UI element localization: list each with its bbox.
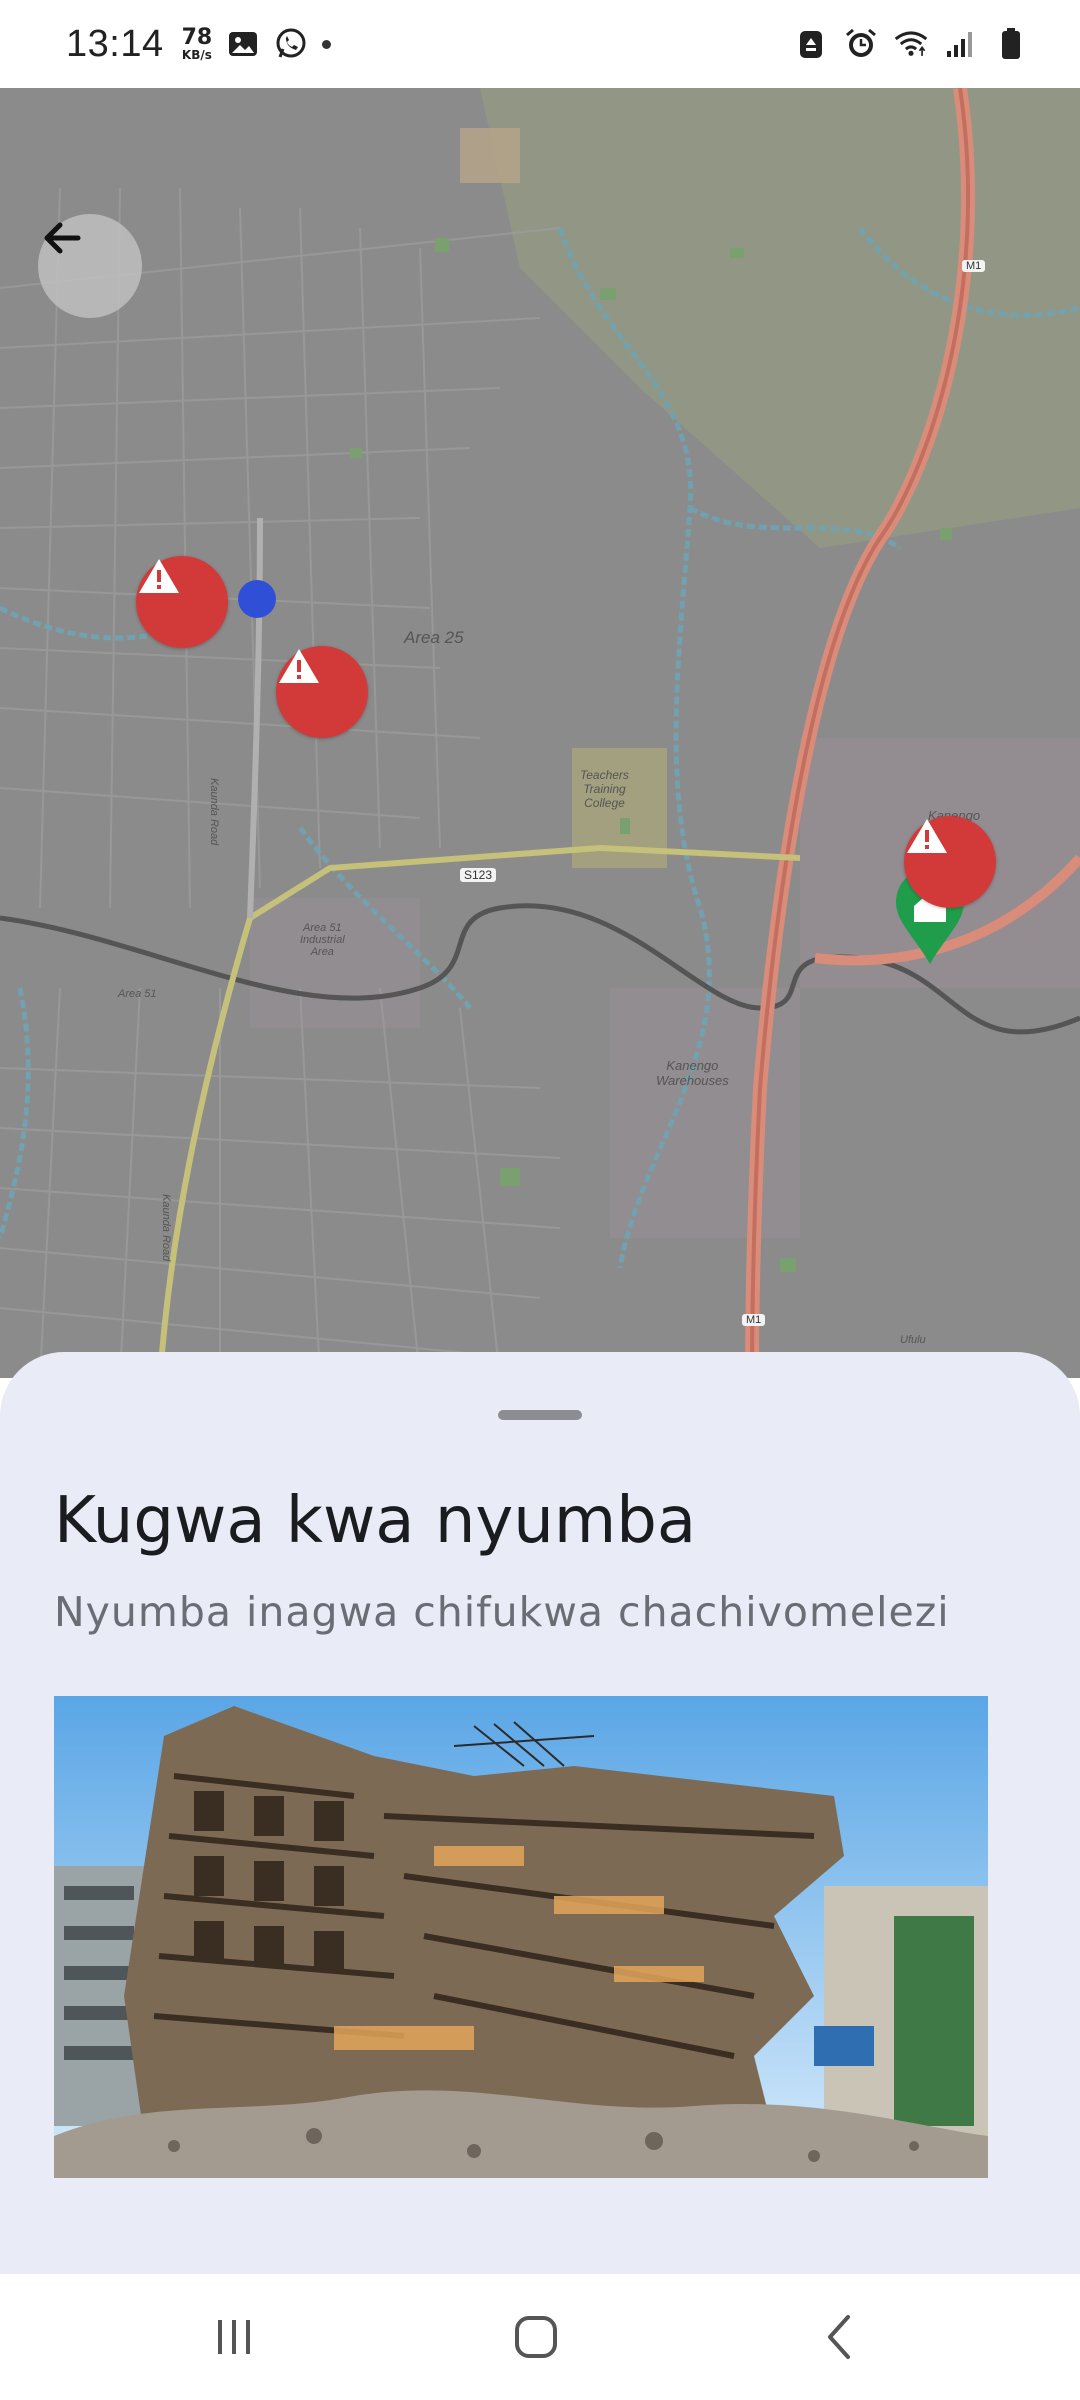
current-location-dot — [238, 580, 276, 618]
recent-apps-button[interactable] — [194, 2302, 274, 2372]
home-button[interactable] — [496, 2302, 576, 2372]
map-label-kanengo-warehouses: Kanengo Warehouses — [656, 1058, 729, 1088]
map-label-m1-bottom: M1 — [742, 1314, 766, 1326]
collapsed-building-image — [54, 1696, 988, 2178]
map-label-kaunda-road-2: Kaunda Road — [160, 1194, 172, 1262]
warning-marker[interactable] — [136, 556, 228, 648]
notification-dot — [322, 39, 332, 49]
gallery-icon — [226, 27, 260, 61]
map-label-area-51-industrial: Area 51 Industrial Area — [300, 922, 345, 958]
network-speed-unit: KB/s — [181, 48, 212, 62]
map-label-ufulu: Ufulu — [900, 1334, 926, 1346]
back-button[interactable] — [38, 214, 142, 318]
map-label-area-25: Area 25 — [404, 628, 464, 647]
warning-icon — [139, 559, 179, 593]
network-speed: 78 KB/s — [181, 25, 213, 62]
incident-photo — [54, 1696, 988, 2178]
warning-marker[interactable] — [276, 646, 368, 738]
status-bar: 13:14 78 KB/s — [0, 0, 1080, 88]
map-label-kaunda-road: Kaunda Road — [208, 778, 220, 846]
back-icon — [828, 2315, 850, 2359]
recent-apps-icon — [218, 2320, 250, 2354]
warning-icon — [907, 819, 947, 853]
wifi-icon — [894, 27, 928, 61]
map-canvas — [0, 88, 1080, 1378]
map-label-s123: S123 — [460, 868, 497, 882]
signal-icon — [944, 27, 978, 61]
home-icon — [515, 2316, 557, 2358]
warning-icon — [279, 649, 319, 683]
map-view[interactable]: Area 25 Teachers Training College Kaunda… — [0, 88, 1080, 1378]
drag-handle[interactable] — [498, 1410, 582, 1420]
clock: 13:14 — [66, 22, 164, 65]
arrow-left-icon — [44, 222, 81, 254]
battery-icon — [994, 27, 1028, 61]
system-navigation-bar — [0, 2274, 1080, 2400]
network-speed-value: 78 — [181, 25, 213, 50]
alarm-icon — [844, 27, 878, 61]
whatsapp-icon — [274, 27, 308, 61]
incident-bottom-sheet[interactable]: Kugwa kwa nyumba Nyumba inagwa chifukwa … — [0, 1352, 1080, 2274]
map-label-m1-top: M1 — [962, 260, 986, 272]
incident-description: Nyumba inagwa chifukwa chachivomelezi — [54, 1588, 950, 1636]
incident-title: Kugwa kwa nyumba — [54, 1484, 697, 1558]
recycle-icon — [794, 27, 828, 61]
back-nav-button[interactable] — [800, 2302, 880, 2372]
map-label-area-51: Area 51 — [118, 988, 157, 1000]
map-label-teachers-college: Teachers Training College — [580, 768, 629, 810]
warning-marker[interactable] — [904, 816, 996, 908]
